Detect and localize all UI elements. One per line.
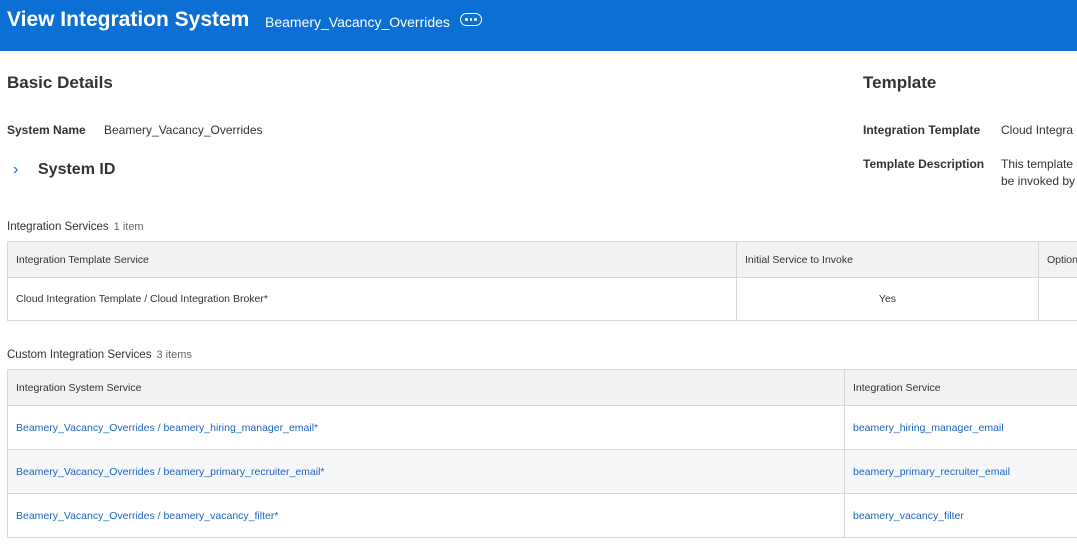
table-row: Cloud Integration Template / Cloud Integ… — [7, 277, 1077, 321]
integration-template-label: Integration Template — [863, 123, 981, 137]
page-header: View Integration System Beamery_Vacancy_… — [0, 0, 1077, 51]
table-header-row: Integration System Service Integration S… — [7, 369, 1077, 406]
system-id-toggle[interactable]: › System ID — [13, 160, 115, 180]
table-cell: beamery_vacancy_filter — [844, 493, 1077, 538]
system-name-value: Beamery_Vacancy_Overrides — [104, 123, 263, 137]
template-description-line2: be invoked by — [1001, 174, 1076, 188]
table-cell: Cloud Integration Template / Cloud Integ… — [7, 277, 737, 321]
table-row: Beamery_Vacancy_Overrides / beamery_prim… — [7, 449, 1077, 494]
integration-services-title: Integration Services 1 item — [7, 221, 144, 233]
table-cell: Beamery_Vacancy_Overrides / beamery_vaca… — [7, 493, 845, 538]
integration-service-link[interactable]: beamery_vacancy_filter — [853, 510, 964, 522]
column-header[interactable]: Integration System Service — [7, 369, 845, 406]
template-description-line1: This template — [1001, 157, 1074, 171]
integration-system-service-link[interactable]: Beamery_Vacancy_Overrides / beamery_prim… — [16, 466, 325, 478]
integration-service-link[interactable]: beamery_hiring_manager_email — [853, 422, 1004, 434]
integration-service-link[interactable]: beamery_primary_recruiter_email — [853, 466, 1010, 478]
column-header[interactable]: Integration Service — [844, 369, 1077, 406]
table-cell: beamery_primary_recruiter_email — [844, 449, 1077, 494]
more-icon-dot — [469, 18, 473, 21]
table-cell — [1038, 277, 1077, 321]
column-header[interactable]: Initial Service to Invoke — [736, 241, 1039, 278]
template-heading: Template — [863, 73, 937, 92]
integration-services-count: 1 item — [113, 221, 144, 233]
table-header-row: Integration Template Service Initial Ser… — [7, 241, 1077, 278]
table-row: Beamery_Vacancy_Overrides / beamery_vaca… — [7, 493, 1077, 538]
basic-details-heading: Basic Details — [7, 73, 113, 92]
table-cell: beamery_hiring_manager_email — [844, 405, 1077, 450]
integration-system-service-link[interactable]: Beamery_Vacancy_Overrides / beamery_hiri… — [16, 422, 318, 434]
page-title: View Integration System — [7, 8, 250, 31]
system-id-label: System ID — [38, 161, 116, 178]
custom-services-count: 3 items — [156, 349, 192, 361]
column-header[interactable]: Integration Template Service — [7, 241, 737, 278]
more-icon-dot — [474, 18, 477, 21]
table-row: Beamery_Vacancy_Overrides / beamery_hiri… — [7, 405, 1077, 450]
integration-system-service-link[interactable]: Beamery_Vacancy_Overrides / beamery_vaca… — [16, 510, 278, 522]
table-cell: Beamery_Vacancy_Overrides / beamery_prim… — [7, 449, 845, 494]
custom-services-title: Custom Integration Services 3 items — [7, 349, 192, 361]
template-description-label: Template Description — [863, 157, 985, 171]
column-header[interactable]: Option — [1038, 241, 1077, 278]
related-actions-button[interactable] — [460, 13, 482, 26]
chevron-right-icon: › — [13, 161, 19, 178]
integration-services-table: Integration Template Service Initial Ser… — [7, 241, 1077, 321]
more-icon — [465, 18, 468, 21]
table-cell: Yes — [736, 277, 1039, 321]
custom-services-table: Integration System Service Integration S… — [7, 369, 1077, 538]
integration-template-value[interactable]: Cloud Integra — [1001, 123, 1073, 137]
integration-services-label: Integration Services — [7, 221, 109, 233]
integration-system-name[interactable]: Beamery_Vacancy_Overrides — [265, 14, 450, 30]
system-name-label: System Name — [7, 123, 86, 137]
table-cell: Beamery_Vacancy_Overrides / beamery_hiri… — [7, 405, 845, 450]
custom-services-label: Custom Integration Services — [7, 349, 152, 361]
